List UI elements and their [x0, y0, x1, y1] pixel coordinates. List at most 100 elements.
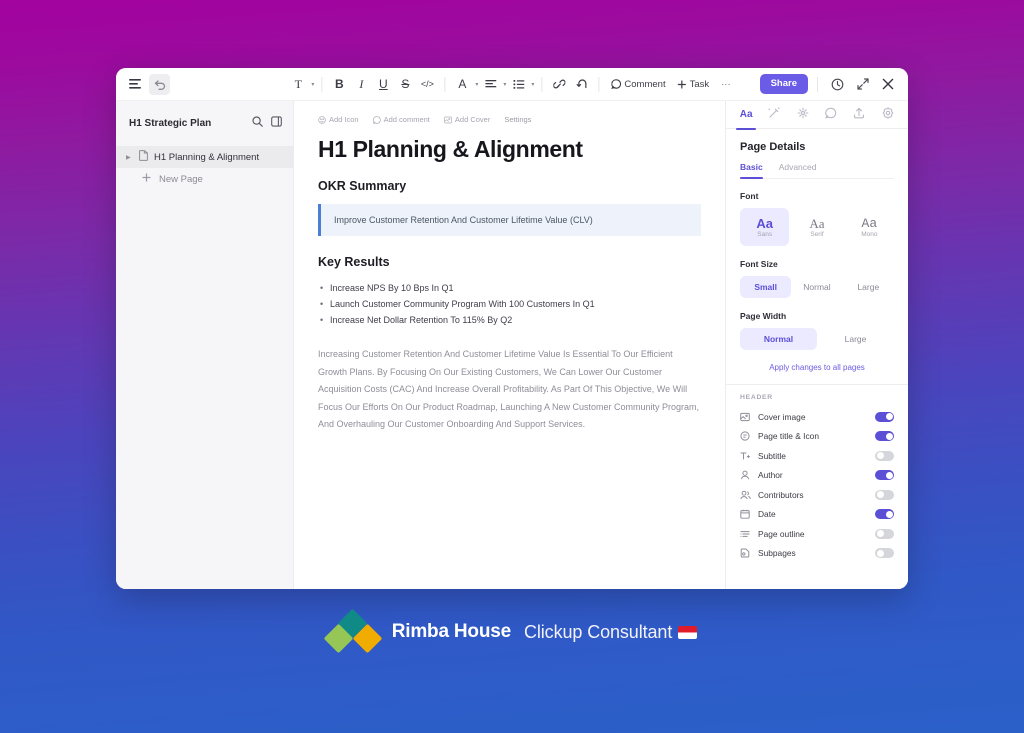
text-style-button[interactable]: T	[288, 74, 308, 94]
bullet-list-icon[interactable]	[508, 74, 528, 94]
share-button[interactable]: Share	[759, 74, 808, 94]
page-details-panel: Aa Page Details Basic Advanced Font Aa S…	[725, 101, 908, 589]
toggle-cover-image[interactable]	[875, 411, 894, 422]
code-button[interactable]: </>	[417, 74, 437, 94]
add-cover-button[interactable]: Add Cover	[444, 115, 490, 124]
font-option-label: Serif	[810, 230, 824, 238]
panel-body: Page Details Basic Advanced Font Aa Sans…	[726, 129, 908, 589]
list-item: Increase NPS By 10 Bps In Q1	[318, 280, 701, 296]
tab-comments[interactable]	[817, 101, 845, 129]
toolbar-left-group	[124, 73, 170, 95]
italic-button[interactable]: I	[351, 74, 371, 94]
font-size-section-label: Font Size	[740, 259, 778, 269]
apply-changes-link[interactable]: Apply changes to all pages	[740, 363, 894, 372]
sidebar-item-h1-planning-alignment[interactable]: ▶ H1 Planning & Alignment	[116, 146, 293, 168]
page-width-large[interactable]: Large	[817, 328, 894, 350]
font-sample-glyph: Aa	[861, 215, 878, 231]
header-section-label: HEADER	[740, 394, 773, 401]
toggle-date[interactable]	[875, 509, 894, 520]
comment-button[interactable]: Comment	[606, 76, 670, 93]
toggle-page-title-icon[interactable]	[875, 431, 894, 442]
bold-button[interactable]: B	[329, 74, 349, 94]
key-results-list: Increase NPS By 10 Bps In Q1 Launch Cust…	[318, 280, 701, 328]
subtitle-icon	[740, 451, 751, 461]
okr-summary-heading: OKR Summary	[318, 179, 407, 193]
toggle-author[interactable]	[875, 470, 894, 481]
panel-tab-bar: Aa	[726, 101, 908, 130]
task-label: Task	[689, 78, 710, 90]
tab-page-details[interactable]: Aa	[732, 101, 760, 130]
option-contributors[interactable]: Contributors	[740, 485, 894, 505]
undo-history-icon[interactable]	[571, 74, 591, 94]
text-color-button[interactable]: A	[452, 74, 472, 94]
add-icon-button[interactable]: Add Icon	[318, 115, 359, 124]
chevron-right-icon[interactable]: ▶	[126, 154, 133, 161]
option-subtitle[interactable]: Subtitle	[740, 446, 894, 466]
panel-title: Page Details	[740, 141, 806, 153]
sidebar-header: H1 Strategic Plan	[116, 111, 293, 135]
option-page-title-icon[interactable]: Page title & Icon	[740, 427, 894, 447]
clock-history-icon[interactable]	[827, 74, 848, 95]
sidebar-item-new-page[interactable]: New Page	[116, 168, 293, 190]
chevron-down-icon[interactable]: ▾	[311, 81, 314, 88]
indonesia-flag-icon	[678, 625, 698, 639]
panel-subtab-bar: Basic Advanced	[740, 162, 894, 179]
subtab-advanced[interactable]: Advanced	[779, 162, 817, 178]
font-option-sans[interactable]: Aa Sans	[740, 208, 790, 246]
more-options-button[interactable]: ···	[716, 76, 736, 93]
app-window: T ▾ B I U S </> A ▾ ▾ ▾ Comment Task ···…	[116, 68, 908, 589]
hamburger-menu-icon[interactable]	[124, 74, 145, 95]
font-option-mono[interactable]: Aa Mono	[845, 208, 894, 246]
page-title-icon	[740, 431, 751, 441]
sidebar-item-label: H1 Planning & Alignment	[154, 151, 260, 163]
key-results-heading: Key Results	[318, 255, 390, 269]
chevron-down-icon[interactable]: ▾	[531, 81, 534, 88]
align-left-icon[interactable]	[480, 74, 500, 94]
font-size-normal[interactable]: Normal	[791, 276, 842, 298]
option-author[interactable]: Author	[740, 466, 894, 486]
tab-ai-sparkle[interactable]	[789, 101, 817, 129]
toggle-subpages[interactable]	[875, 548, 894, 559]
tab-magic-pen[interactable]	[760, 101, 788, 129]
tab-share-upload[interactable]	[845, 101, 873, 129]
toggle-contributors[interactable]	[875, 489, 894, 500]
search-icon[interactable]	[252, 114, 263, 132]
toggle-panel-icon[interactable]	[271, 114, 282, 132]
document-settings-button[interactable]: Settings	[504, 115, 531, 124]
chevron-down-icon[interactable]: ▾	[475, 81, 478, 88]
font-size-group: Small Normal Large	[740, 276, 894, 298]
chevron-down-icon[interactable]: ▾	[503, 81, 506, 88]
toggle-page-outline[interactable]	[875, 528, 894, 539]
add-comment-label: Add comment	[383, 115, 430, 124]
option-subpages[interactable]: Subpages	[740, 544, 894, 564]
list-item: Increase Net Dollar Retention To 115% By…	[318, 312, 701, 328]
page-width-normal[interactable]: Normal	[740, 328, 817, 350]
underline-button[interactable]: U	[373, 74, 393, 94]
option-date[interactable]: Date	[740, 505, 894, 525]
add-comment-button[interactable]: Add comment	[372, 115, 430, 124]
strikethrough-button[interactable]: S	[395, 74, 415, 94]
font-aa-icon: Aa	[739, 109, 753, 120]
collapse-arrows-icon[interactable]	[852, 74, 873, 95]
subtab-basic[interactable]: Basic	[740, 162, 763, 179]
divider	[726, 384, 908, 385]
toggle-subtitle[interactable]	[875, 450, 894, 461]
document-canvas: Add Icon Add comment Add Cover Settings …	[294, 101, 725, 589]
option-page-outline[interactable]: Page outline	[740, 524, 894, 544]
font-option-serif[interactable]: Aa Serif	[792, 208, 841, 246]
option-label: Page title & Icon	[758, 431, 819, 442]
divider	[598, 76, 600, 92]
undo-arrow-icon[interactable]	[149, 73, 170, 95]
close-x-icon[interactable]	[877, 74, 898, 95]
sidebar-header-icons	[252, 114, 282, 132]
option-label: Contributors	[758, 489, 804, 500]
tab-settings[interactable]	[874, 101, 902, 129]
font-size-small[interactable]: Small	[740, 276, 792, 298]
magic-pen-icon	[768, 106, 781, 124]
font-size-large[interactable]: Large	[843, 276, 894, 298]
task-button[interactable]: Task	[673, 76, 715, 93]
divider	[444, 76, 446, 92]
option-cover-image[interactable]: Cover image	[740, 407, 894, 427]
link-icon[interactable]	[549, 74, 569, 94]
share-upload-icon	[853, 106, 865, 124]
